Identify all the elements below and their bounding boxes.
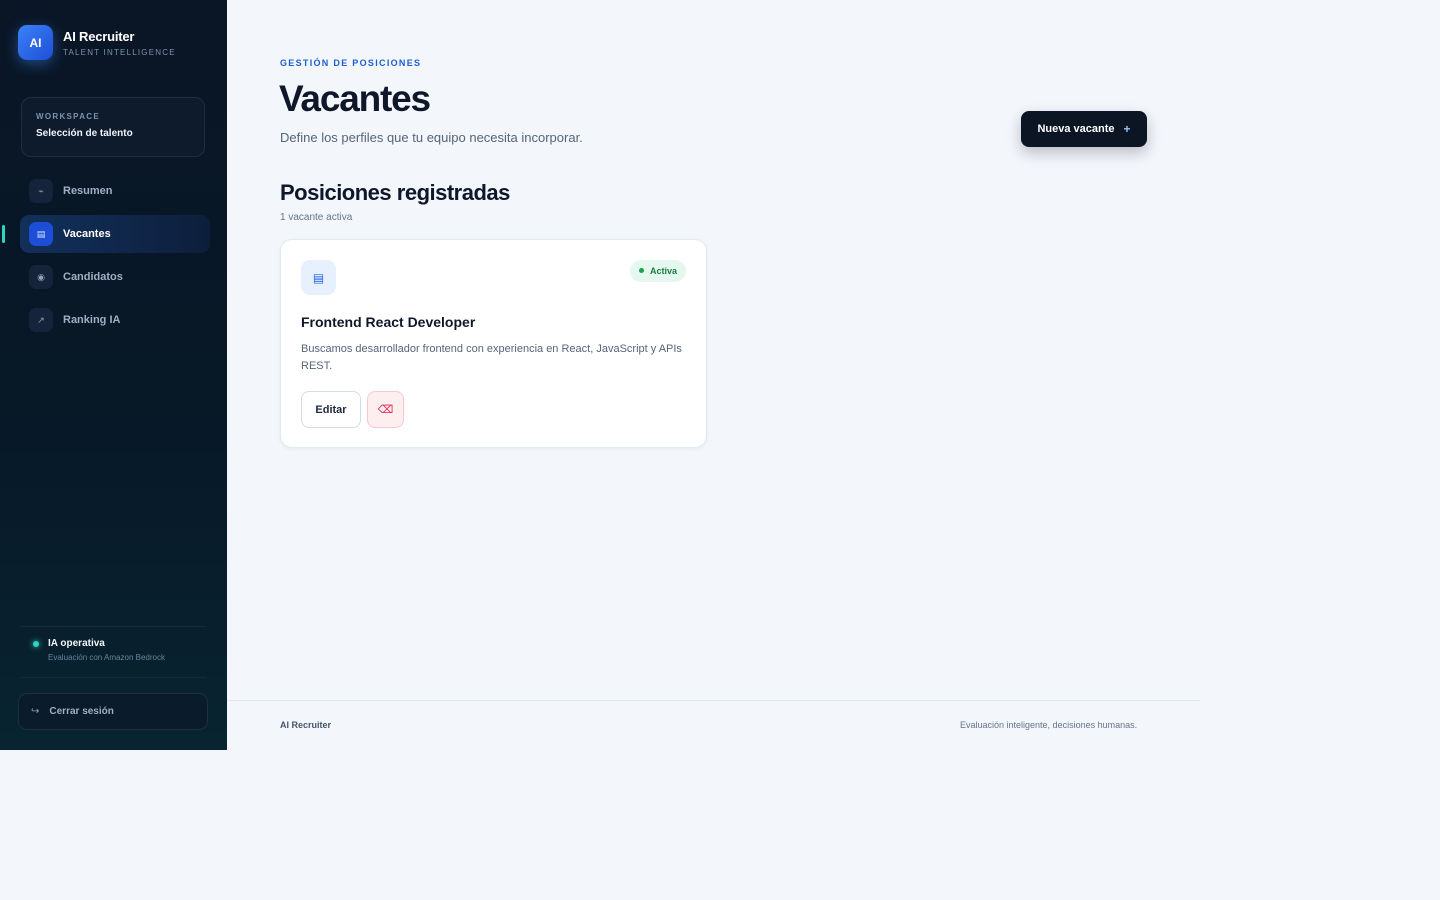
status-badge: Activa xyxy=(629,260,686,282)
plus-icon: + xyxy=(1123,122,1131,136)
sidebar-item-candidatos[interactable]: ◉ Candidatos xyxy=(20,258,210,296)
summary-icon: ⌁ xyxy=(29,179,53,203)
footer-brand: AI Recruiter xyxy=(280,720,332,730)
sidebar-item-resumen[interactable]: ⌁ Resumen xyxy=(20,172,210,210)
vacancy-description: Buscamos desarrollador frontend con expe… xyxy=(301,343,682,372)
sidebar-item-ranking-ia[interactable]: ↗ Ranking IA xyxy=(20,301,210,339)
workspace-selector[interactable]: WORKSPACE Selección de talento xyxy=(21,97,205,157)
list-icon: ▤ xyxy=(301,260,336,295)
sidebar-item-label: Ranking IA xyxy=(63,314,121,326)
logout-button[interactable]: ↪ Cerrar sesión xyxy=(18,693,208,730)
page-eyebrow: GESTIÓN DE POSICIONES xyxy=(280,58,422,68)
vacancy-card[interactable]: ▤ Activa Frontend React Developer Buscam… xyxy=(280,239,707,448)
candidates-icon: ◉ xyxy=(29,265,53,289)
status-badge-label: Activa xyxy=(649,266,677,276)
brand[interactable]: AI AI Recruiter TALENT INTELLIGENCE xyxy=(18,25,176,60)
logout-label: Cerrar sesión xyxy=(49,706,114,717)
edit-button[interactable]: Editar xyxy=(301,391,361,428)
ia-status-subtitle: Evaluación con Amazon Bedrock xyxy=(48,653,165,662)
footer-tagline: Evaluación inteligente, decisiones human… xyxy=(960,720,1138,730)
ia-status-title: IA operativa xyxy=(48,638,105,649)
page-subtitle: Define los perfiles que tu equipo necesi… xyxy=(280,130,583,145)
sidebar-divider xyxy=(20,677,206,678)
brand-name: AI Recruiter xyxy=(63,28,135,44)
sidebar-item-vacantes[interactable]: ▤ Vacantes xyxy=(2,215,210,253)
sidebar-item-label: Vacantes xyxy=(63,228,111,240)
page-title: Vacantes xyxy=(279,78,431,119)
status-dot xyxy=(33,641,39,647)
list-icon: ▤ xyxy=(29,222,53,246)
sidebar-nav: ⌁ Resumen ▤ Vacantes ◉ Candidatos ↗ Rank… xyxy=(0,172,227,344)
sidebar: AI AI Recruiter TALENT INTELLIGENCE WORK… xyxy=(0,0,227,750)
new-vacancy-label: Nueva vacante xyxy=(1037,123,1115,135)
brand-tagline: TALENT INTELLIGENCE xyxy=(63,47,176,57)
vacancy-title: Frontend React Developer xyxy=(301,314,476,330)
sidebar-divider xyxy=(20,626,206,627)
trend-icon: ↗ xyxy=(29,308,53,332)
new-vacancy-button[interactable]: Nueva vacante + xyxy=(1021,111,1147,147)
sidebar-item-label: Resumen xyxy=(63,185,113,197)
status-dot xyxy=(638,268,644,273)
vacancy-count: 1 vacante activa xyxy=(280,212,353,223)
sidebar-item-label: Candidatos xyxy=(63,271,123,283)
workspace-label: WORKSPACE xyxy=(36,112,100,121)
brand-logo: AI xyxy=(18,25,53,60)
workspace-value: Selección de talento xyxy=(36,128,133,139)
ia-status: IA operativa Evaluación con Amazon Bedro… xyxy=(33,638,165,662)
footer-divider xyxy=(227,700,1200,701)
logout-icon: ↪ xyxy=(31,706,40,717)
brand-text: AI Recruiter TALENT INTELLIGENCE xyxy=(63,29,176,57)
section-title: Posiciones registradas xyxy=(280,180,510,205)
main-content: GESTIÓN DE POSICIONES Vacantes Define lo… xyxy=(227,0,1440,900)
delete-button[interactable]: ⌫ xyxy=(367,391,404,428)
delete-icon: ⌫ xyxy=(377,404,394,416)
